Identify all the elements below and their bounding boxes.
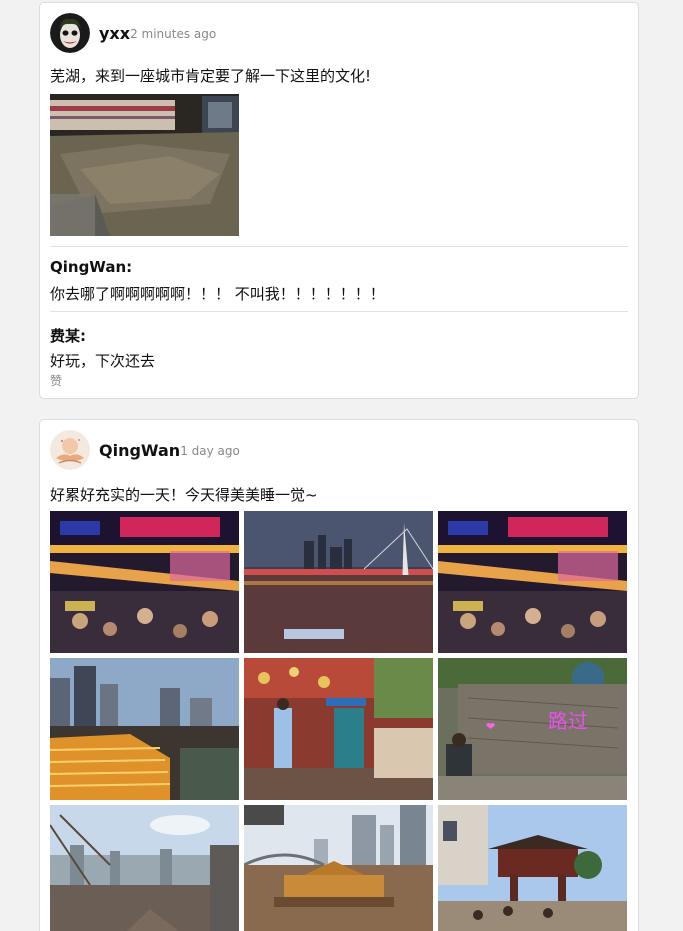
svg-text:❤: ❤ <box>486 720 495 733</box>
post-timestamp: 1 day ago <box>180 444 240 458</box>
svg-text:路过: 路过 <box>548 709 588 733</box>
night-bridge-photo[interactable] <box>244 511 433 653</box>
city-model-photo[interactable] <box>50 94 239 236</box>
post-header: yxx 2 minutes ago <box>50 13 216 53</box>
night-street-photo[interactable] <box>50 511 239 653</box>
joker-avatar-icon[interactable] <box>50 13 90 53</box>
red-ribbon-wall-photo[interactable] <box>244 658 433 800</box>
post-author[interactable]: yxx <box>99 24 130 43</box>
comment-divider <box>50 246 628 247</box>
temple-gate-photo[interactable] <box>438 805 627 931</box>
post-text: 芜湖，来到一座城市肯定要了解一下这里的文化! <box>50 67 372 85</box>
comment-text: 你去哪了啊啊啊啊啊！！！ 不叫我！！！！！！！ <box>50 285 385 303</box>
post-timestamp: 2 minutes ago <box>130 27 217 41</box>
skyline-hongyadong-photo[interactable] <box>50 658 239 800</box>
post-header: QingWan 1 day ago <box>50 430 240 470</box>
post-card: yxx 2 minutes ago 芜湖，来到一座城市肯定要了解一下这里的文化!… <box>39 2 639 399</box>
hazy-cityscape-photo[interactable] <box>50 805 239 931</box>
comment-author[interactable]: 费某: <box>50 325 86 346</box>
neon-sign-stairs-photo[interactable]: 路过 ❤ <box>438 658 627 800</box>
illustrated-avatar-icon[interactable] <box>50 430 90 470</box>
comment-text: 好玩，下次还去 <box>50 352 156 370</box>
post-card: QingWan 1 day ago 好累好充实的一天！今天得美美睡一觉~ 路过 … <box>39 419 639 931</box>
comment-author[interactable]: QingWan: <box>50 258 132 276</box>
post-author[interactable]: QingWan <box>99 441 180 460</box>
night-street-photo[interactable] <box>438 511 627 653</box>
like-button[interactable]: 赞 <box>50 372 62 389</box>
comment-divider <box>50 311 628 312</box>
river-boat-photo[interactable] <box>244 805 433 931</box>
post-text: 好累好充实的一天！今天得美美睡一觉~ <box>50 486 318 504</box>
